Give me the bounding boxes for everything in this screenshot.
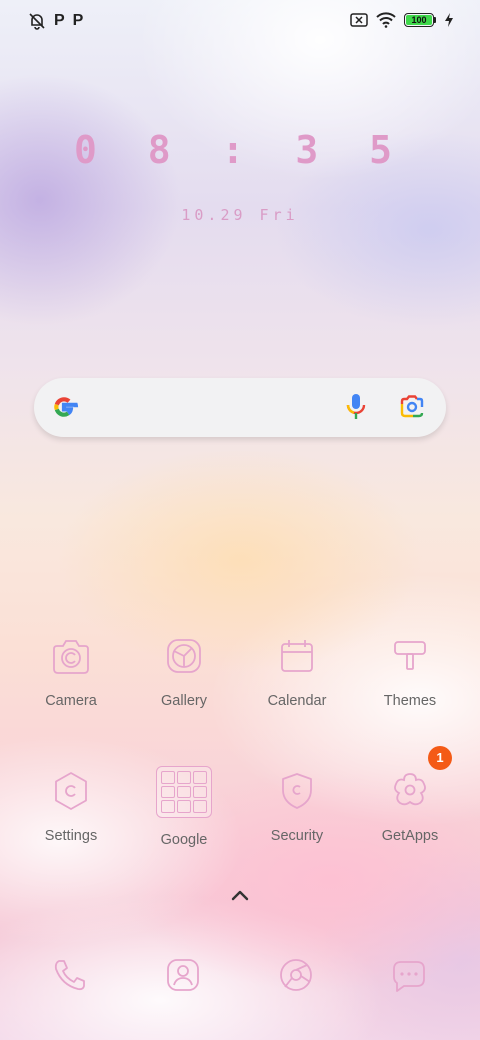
settings-icon	[55, 772, 87, 810]
wifi-icon	[376, 12, 396, 28]
app-security[interactable]: Security	[242, 768, 352, 844]
chevron-up-icon[interactable]	[228, 888, 252, 904]
app-label: Google	[160, 832, 208, 848]
battery-level: 100	[411, 15, 427, 25]
sim-off-icon	[350, 13, 368, 27]
app-label: Security	[270, 828, 324, 844]
app-label: Calendar	[267, 693, 327, 709]
app-themes[interactable]: Themes	[355, 633, 465, 709]
battery-icon: 100	[404, 13, 436, 27]
app-label: Gallery	[161, 693, 207, 709]
google-logo-icon	[54, 397, 79, 417]
security-icon	[282, 773, 312, 809]
app-label: GetApps	[381, 828, 439, 844]
status-bar: P P 100	[0, 0, 480, 44]
google-search-bar[interactable]	[34, 378, 446, 437]
themes-icon	[394, 641, 426, 670]
app-google-folder[interactable]: Google	[129, 766, 239, 848]
app-calendar[interactable]: Calendar	[242, 633, 352, 709]
notifications-off-icon	[29, 13, 45, 30]
google-folder-icon	[156, 766, 212, 818]
app-label: Themes	[383, 693, 437, 709]
microphone-icon[interactable]	[346, 393, 366, 421]
google-lens-icon[interactable]	[399, 395, 425, 419]
calendar-icon	[281, 640, 313, 672]
contacts-icon[interactable]	[163, 955, 203, 995]
app-label: Settings	[44, 828, 98, 844]
gallery-icon	[167, 639, 201, 673]
browser-icon[interactable]	[276, 955, 316, 995]
app-camera[interactable]: Camera	[16, 633, 126, 709]
app-label: Camera	[45, 693, 97, 709]
clock-time[interactable]: 0 8 : 3 5	[0, 128, 480, 172]
messages-icon[interactable]	[389, 955, 429, 995]
phone-icon[interactable]	[50, 955, 90, 995]
notification-badge: 1	[428, 746, 452, 770]
app-getapps[interactable]: GetApps	[355, 768, 465, 844]
app-settings[interactable]: Settings	[16, 768, 126, 844]
clock-date[interactable]: 10.29 Fri	[0, 206, 480, 224]
camera-icon	[53, 640, 89, 674]
p-icon: P	[54, 12, 65, 29]
getapps-icon	[394, 773, 426, 806]
p-icon: P	[72, 12, 84, 29]
app-gallery[interactable]: Gallery	[129, 633, 239, 709]
charging-icon	[445, 13, 453, 27]
